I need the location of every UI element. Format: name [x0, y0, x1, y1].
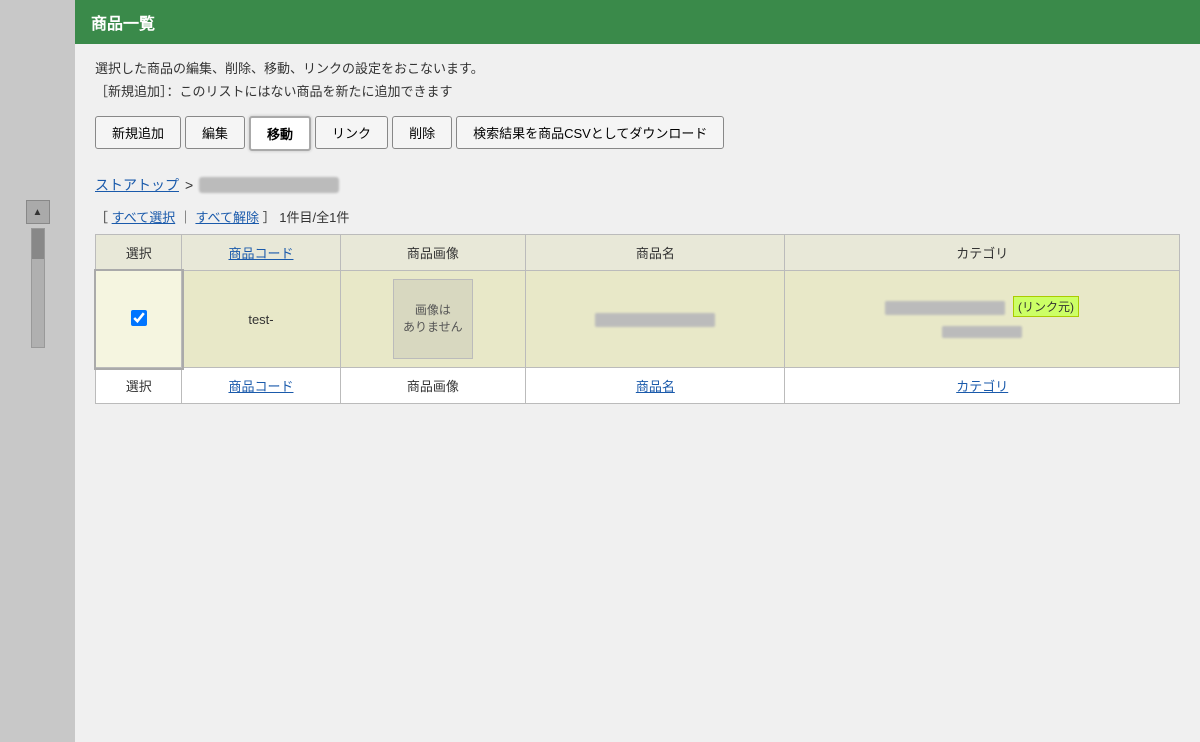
footer-select-cell: 選択: [96, 368, 182, 404]
table-row: test- 画像はありません: [96, 271, 1180, 368]
row-code-cell: test-: [182, 271, 340, 368]
link-badge: (リンク元): [1013, 296, 1079, 317]
row-image-cell: 画像はありません: [340, 271, 526, 368]
col-header-code[interactable]: 商品コード: [182, 235, 340, 271]
footer-category-cell[interactable]: カテゴリ: [785, 368, 1180, 404]
breadcrumb-separator: >: [185, 177, 193, 193]
footer-name-cell[interactable]: 商品名: [526, 368, 785, 404]
move-button[interactable]: 移動: [249, 116, 311, 151]
description-line2: ［新規追加］：このリストにはない商品を新たに追加できます: [95, 81, 1180, 100]
scrollbar-thumb[interactable]: [32, 229, 44, 259]
select-all-link[interactable]: すべて選択: [112, 210, 176, 225]
row-select-cell[interactable]: [96, 271, 182, 368]
page-header: 商品一覧: [75, 0, 1200, 44]
page-title: 商品一覧: [91, 16, 155, 33]
row-category-cell: (リンク元): [785, 271, 1180, 368]
product-table: 選択 商品コード 商品画像 商品名 カテゴリ: [95, 234, 1180, 404]
row-checkbox[interactable]: [131, 310, 147, 326]
footer-code-cell[interactable]: 商品コード: [182, 368, 340, 404]
no-image-text: 画像はありません: [403, 302, 463, 336]
no-image-box: 画像はありません: [393, 279, 473, 359]
main-content: 商品一覧 選択した商品の編集、削除、移動、リンクの設定をおこないます。 ［新規追…: [75, 0, 1200, 742]
table-controls: ［ すべて選択 ｜ すべて解除 ］ 1件目/全1件: [95, 207, 1180, 226]
category-line2: [795, 321, 1169, 338]
breadcrumb-category: [199, 177, 339, 193]
link-button[interactable]: リンク: [315, 116, 388, 149]
product-name-blurred: [595, 313, 715, 327]
col-header-image: 商品画像: [340, 235, 526, 271]
category-line1: (リンク元): [795, 296, 1169, 317]
content-area: 選択した商品の編集、削除、移動、リンクの設定をおこないます。 ［新規追加］：この…: [75, 44, 1200, 742]
description-line1: 選択した商品の編集、削除、移動、リンクの設定をおこないます。: [95, 58, 1180, 77]
scroll-up-button[interactable]: ▲: [26, 200, 50, 224]
row-name-cell: [526, 271, 785, 368]
col-header-select: 選択: [96, 235, 182, 271]
csv-download-button[interactable]: 検索結果を商品CSVとしてダウンロード: [456, 116, 724, 149]
col-header-category[interactable]: カテゴリ: [785, 235, 1180, 271]
edit-button[interactable]: 編集: [185, 116, 245, 149]
sidebar: ▲: [0, 0, 75, 742]
delete-button[interactable]: 削除: [392, 116, 452, 149]
col-header-name[interactable]: 商品名: [526, 235, 785, 271]
toolbar: 新規追加 編集 移動 リンク 削除 検索結果を商品CSVとしてダウンロード: [95, 116, 1180, 151]
deselect-all-link[interactable]: すべて解除: [195, 210, 259, 225]
product-code: test-: [248, 312, 273, 327]
footer-image-cell: 商品画像: [340, 368, 526, 404]
category-blurred-2: [942, 326, 1022, 338]
count-text: 1件目/全1件: [279, 210, 349, 225]
add-button[interactable]: 新規追加: [95, 116, 181, 149]
scrollbar[interactable]: [31, 228, 45, 348]
breadcrumb: ストアトップ >: [95, 175, 1180, 195]
category-blurred-1: [885, 301, 1005, 315]
store-top-link[interactable]: ストアトップ: [95, 175, 179, 195]
